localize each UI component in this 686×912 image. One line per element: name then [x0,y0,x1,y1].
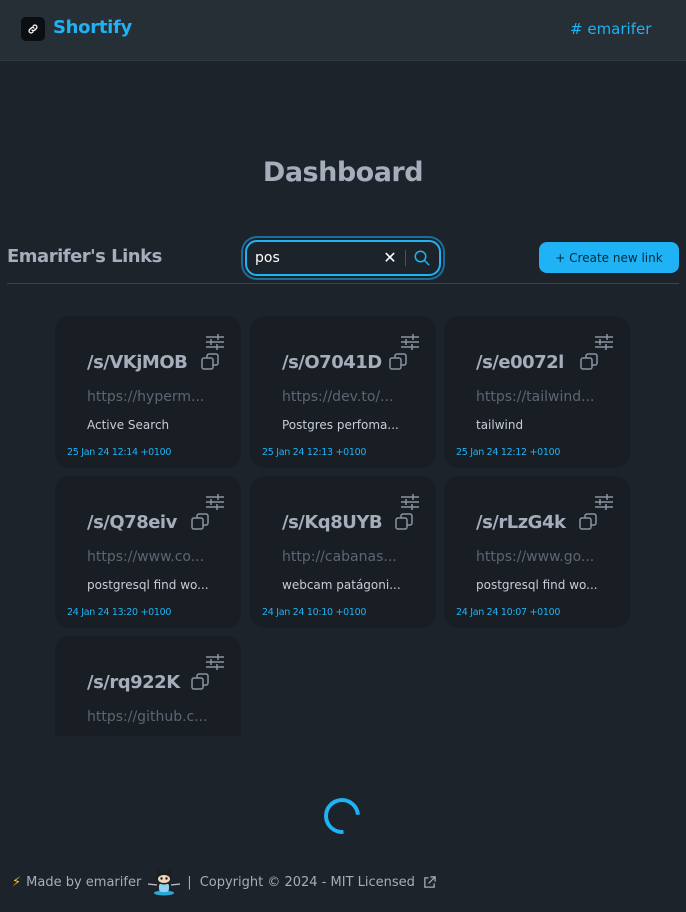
copy-icon[interactable] [395,513,413,531]
short-link[interactable]: /s/VKjMOB [87,352,188,373]
short-link[interactable]: /s/O7041D [282,352,382,373]
link-card[interactable]: /s/VKjMOB https://hyperm... Active Searc… [55,316,241,468]
search-icon[interactable] [413,249,431,267]
link-card[interactable]: /s/Q78eiv https://www.co... postgresql f… [55,476,241,628]
divider [7,283,679,284]
link-date: 25 Jan 24 12:13 +0100 [262,447,367,458]
original-url: https://www.co... [87,549,205,565]
external-link-icon[interactable] [423,875,436,889]
separator: | [187,874,192,890]
link-description: webcam patágoni... [282,578,401,592]
clear-search-icon[interactable]: ✕ [383,249,397,267]
copy-icon[interactable] [191,673,209,691]
lightning-icon: ⚡ [12,874,22,890]
original-url: https://dev.to/... [282,389,394,405]
original-url: https://tailwind... [476,389,595,405]
navbar: Shortify # emarifer [0,0,686,61]
link-date: 25 Jan 24 12:12 +0100 [456,447,561,458]
original-url: http://cabanas... [282,549,397,565]
original-url: https://www.go... [476,549,595,565]
link-description: Active Search [87,418,170,432]
original-url: https://hyperm... [87,389,205,405]
link-card[interactable]: /s/Kq8UYB http://cabanas... webcam patág… [250,476,436,628]
settings-sliders-icon[interactable] [401,334,419,350]
original-url: https://github.c... [87,709,208,725]
link-card[interactable]: /s/rLzG4k https://www.go... postgresql f… [444,476,630,628]
short-link[interactable]: /s/e0072l [476,352,564,373]
search-input[interactable] [255,248,375,268]
link-date: 24 Jan 24 13:20 +0100 [67,607,172,618]
link-card[interactable]: /s/rq922K https://github.c... [55,636,241,736]
copy-icon[interactable] [579,513,597,531]
link-description: postgresql find wo... [476,578,598,592]
link-date: 24 Jan 24 10:07 +0100 [456,607,561,618]
settings-sliders-icon[interactable] [206,654,224,670]
link-description: Postgres perfoma... [282,418,399,432]
link-card[interactable]: /s/e0072l https://tailwind... tailwind 2… [444,316,630,468]
link-date: 25 Jan 24 12:14 +0100 [67,447,172,458]
settings-sliders-icon[interactable] [206,334,224,350]
link-card[interactable]: /s/O7041D https://dev.to/... Postgres pe… [250,316,436,468]
copy-icon[interactable] [191,513,209,531]
search-divider [405,250,406,266]
short-link[interactable]: /s/Q78eiv [87,512,177,533]
link-description: postgresql find wo... [87,578,209,592]
octocat-avatar-icon[interactable] [147,868,181,896]
loading-spinner [316,790,368,842]
copy-icon[interactable] [389,353,407,371]
settings-sliders-icon[interactable] [595,494,613,510]
made-by-text: Made by emarifer [26,874,142,890]
short-link[interactable]: /s/rq922K [87,672,180,693]
short-link[interactable]: /s/rLzG4k [476,512,566,533]
copyright-text: Copyright © 2024 - MIT Licensed [199,874,415,890]
link-date: 24 Jan 24 10:10 +0100 [262,607,367,618]
user-profile-link[interactable]: # emarifer [570,20,651,38]
short-link[interactable]: /s/Kq8UYB [282,512,383,533]
link-description: tailwind [476,418,524,432]
brand-name[interactable]: Shortify [53,17,132,38]
create-link-button[interactable]: + Create new link [539,242,679,273]
page-title: Dashboard [262,157,424,188]
link-logo-icon[interactable] [21,17,45,41]
settings-sliders-icon[interactable] [595,334,613,350]
settings-sliders-icon[interactable] [206,494,224,510]
links-grid: /s/VKjMOB https://hyperm... Active Searc… [0,310,686,736]
settings-sliders-icon[interactable] [401,494,419,510]
footer: ⚡ Made by emarifer | Copyright © 2024 - … [12,868,436,896]
copy-icon[interactable] [580,353,598,371]
copy-icon[interactable] [201,353,219,371]
search-box: ✕ [245,240,441,276]
section-title: Emarifer's Links [7,246,162,267]
